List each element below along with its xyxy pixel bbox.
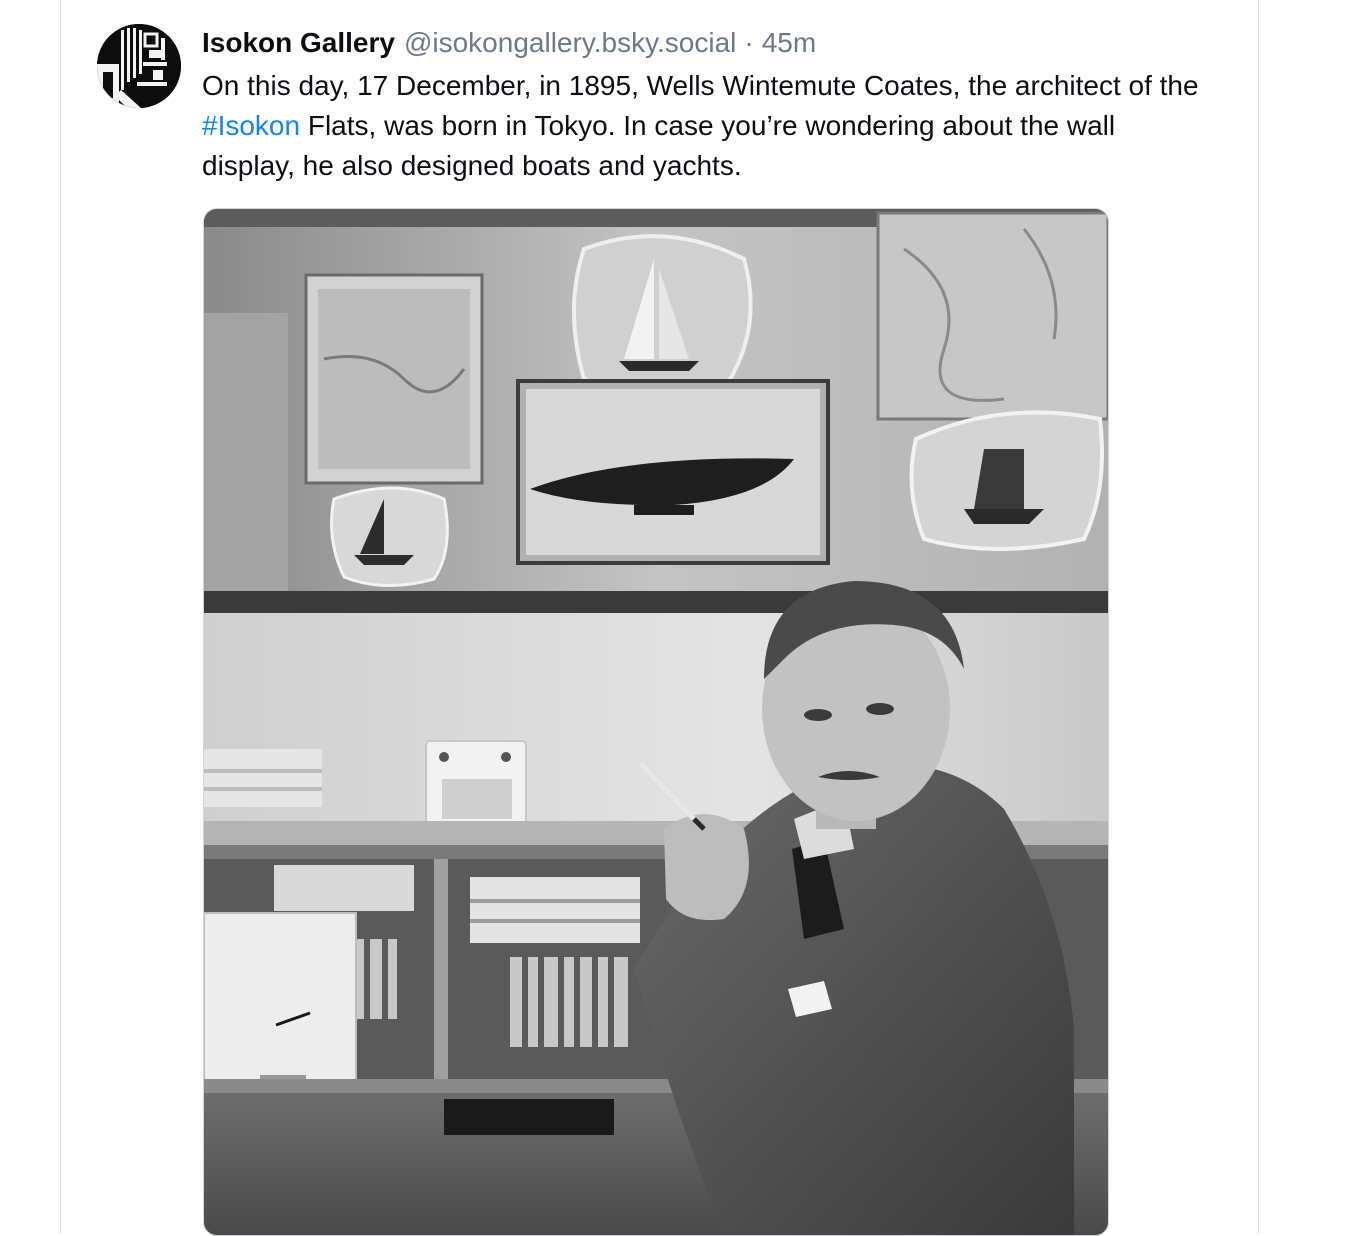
- post-timestamp[interactable]: 45m: [762, 24, 816, 62]
- hashtag-link[interactable]: #Isokon: [202, 110, 300, 141]
- author-avatar[interactable]: [97, 24, 181, 108]
- post-image[interactable]: [203, 208, 1109, 1236]
- post-text-part-1: On this day, 17 December, in 1895, Wells…: [202, 70, 1199, 101]
- post-text-part-2: Flats, was born in Tokyo. In case you’re…: [202, 110, 1116, 181]
- photo-portrait-image: [204, 209, 1108, 1235]
- author-handle[interactable]: @isokongallery.bsky.social: [404, 24, 736, 62]
- author-display-name[interactable]: Isokon Gallery: [202, 24, 395, 62]
- post-body: Isokon Gallery @isokongallery.bsky.socia…: [202, 24, 1222, 186]
- post-text: On this day, 17 December, in 1895, Wells…: [202, 66, 1202, 186]
- post-header: Isokon Gallery @isokongallery.bsky.socia…: [202, 24, 1222, 62]
- isokon-logo-icon: [97, 24, 181, 108]
- post[interactable]: Isokon Gallery @isokongallery.bsky.socia…: [61, 0, 1258, 1236]
- header-separator: ·: [744, 27, 754, 58]
- feed-column: Isokon Gallery @isokongallery.bsky.socia…: [60, 0, 1259, 1236]
